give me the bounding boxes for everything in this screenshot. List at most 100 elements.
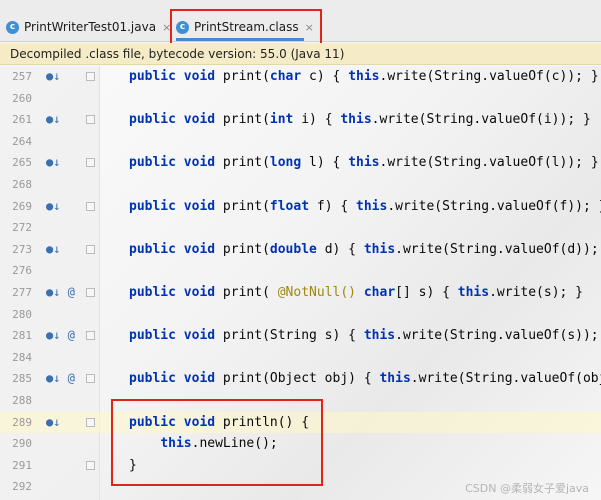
override-marker-icon[interactable]: ●↓ [46,66,86,88]
code-fragment: print( [215,285,278,300]
line-number: 265 [12,156,32,170]
override-marker-icon[interactable]: ●↓ [46,239,86,261]
override-marker-icon[interactable]: ●↓ @ [46,325,86,347]
keyword-type: float [269,198,310,214]
keyword-void: void [183,328,216,344]
keyword-type: char [269,69,302,84]
code-line[interactable]: 257 ●↓ public void print(char c) { this.wr… [0,66,601,88]
code-line[interactable]: 272 [0,217,601,239]
keyword-this: this [363,328,396,344]
annotation-notnull: @NotNull() [277,285,357,300]
line-number: 273 [12,242,32,256]
fold-toggle-icon[interactable] [86,115,95,125]
code-text: public void print(long l) { this.write(S… [129,152,599,174]
line-number: 268 [12,178,32,191]
fold-toggle-icon[interactable] [86,374,95,384]
code-fragment: print(String s) { [215,328,364,344]
code-fragment: .write(String.valueOf(c)); } [379,69,599,84]
code-fragment [356,285,364,300]
fold-toggle-icon[interactable] [86,158,95,168]
code-fragment: f) { [309,198,357,214]
code-line[interactable]: 277 ●↓ @ public void print( @NotNull() cha… [0,282,601,304]
keyword-type: char [363,285,396,300]
override-marker-icon[interactable]: ●↓ [46,109,86,131]
fold-toggle-icon[interactable] [86,288,95,297]
code-line[interactable]: 264 [0,131,601,153]
code-fragment: l) { [301,155,349,171]
code-line[interactable]: 276 [0,260,601,282]
fold-toggle-icon[interactable] [86,201,95,211]
code-line[interactable]: 268 [0,174,601,196]
code-line[interactable]: 280 [0,304,601,326]
code-text: public void print(char c) { this.write(S… [129,66,599,88]
code-line[interactable]: 273 ●↓ public void print(double d) { this.… [0,239,601,261]
code-line[interactable]: 269 ●↓ public void print(float f) { this.w… [0,196,601,218]
keyword-this: this [340,112,372,128]
code-fragment: print( [215,112,270,128]
keyword-public: public [129,198,176,214]
code-fragment: .write(s); } [489,285,584,300]
code-text: public void print(Object obj) { this.wri… [129,368,601,390]
code-line[interactable]: 281 ●↓ @ public void print(String s) { thi… [0,325,601,347]
line-number: 257 [12,70,32,83]
fold-toggle-icon[interactable] [86,460,95,470]
code-text: public void print(String s) { this.write… [129,325,601,347]
code-fragment: print(Object obj) { [215,371,380,387]
keyword-this: this [356,198,388,214]
line-number: 280 [12,307,32,321]
tab-printwritertest01[interactable]: c PrintWriterTest01.java × [6,14,171,40]
code-line[interactable]: 284 [0,347,601,369]
keyword-this: this [348,69,380,84]
line-number: 281 [12,329,32,343]
code-fragment: .write(String.valueOf(s)); } [395,328,601,344]
override-marker-icon[interactable]: ●↓ @ [46,368,86,390]
line-number: 289 [12,415,32,429]
override-marker-icon[interactable]: ●↓ [46,152,86,174]
keyword-this: this [457,285,490,300]
fold-toggle-icon[interactable] [86,417,95,427]
red-highlight-box-tab [170,9,322,47]
line-number: 291 [12,458,32,472]
code-fragment: print( [215,198,270,214]
line-number: 261 [12,113,32,127]
code-line[interactable]: 285 ●↓ @ public void print(Object obj) { t… [0,368,601,390]
code-line[interactable]: 261 ●↓ public void print(int i) { this.wri… [0,109,601,131]
keyword-void: void [183,285,216,300]
line-number: 260 [12,91,32,105]
code-fragment: print( [215,155,270,171]
code-text: public void print( @NotNull() char[] s) … [129,282,583,304]
override-marker-icon[interactable]: ●↓ [46,412,86,434]
code-fragment: .write(String.valueOf(obj)) [410,371,601,387]
code-line[interactable]: 265 ●↓ public void print(long l) { this.wr… [0,152,601,174]
code-fragment: .write(String.valueOf(d)); } [395,241,601,257]
fold-toggle-icon[interactable] [86,72,95,81]
code-text: public void print(int i) { this.write(St… [129,109,591,131]
override-marker-icon[interactable]: ●↓ [46,196,86,218]
line-number: 288 [12,394,32,407]
code-fragment: print( [215,241,270,257]
keyword-public: public [129,241,176,257]
keyword-void: void [183,198,216,214]
code-fragment: .write(String.valueOf(f)); } [387,198,601,214]
line-number: 284 [12,350,32,364]
keyword-type: int [269,112,294,128]
tab-label: PrintWriterTest01.java [24,20,157,34]
red-highlight-box-code [111,399,323,486]
keyword-public: public [129,285,176,300]
code-fragment: d) { [316,241,364,257]
keyword-type: double [269,241,317,257]
keyword-void: void [183,371,216,387]
keyword-void: void [183,112,216,128]
fold-toggle-icon[interactable] [86,244,95,254]
decompiled-info-banner: Decompiled .class file, bytecode version… [0,43,601,65]
code-text: public void print(float f) { this.write(… [129,196,601,218]
override-marker-icon[interactable]: ●↓ @ [46,282,86,304]
code-editor[interactable]: 257 ●↓ public void print(char c) { this.wr… [0,66,601,500]
keyword-this: this [363,241,396,257]
code-line[interactable]: 260 [0,88,601,110]
line-number: 285 [12,372,32,386]
code-fragment: .write(String.valueOf(i)); } [371,112,591,128]
keyword-public: public [129,112,176,128]
fold-toggle-icon[interactable] [86,331,95,341]
line-number: 292 [12,480,32,494]
